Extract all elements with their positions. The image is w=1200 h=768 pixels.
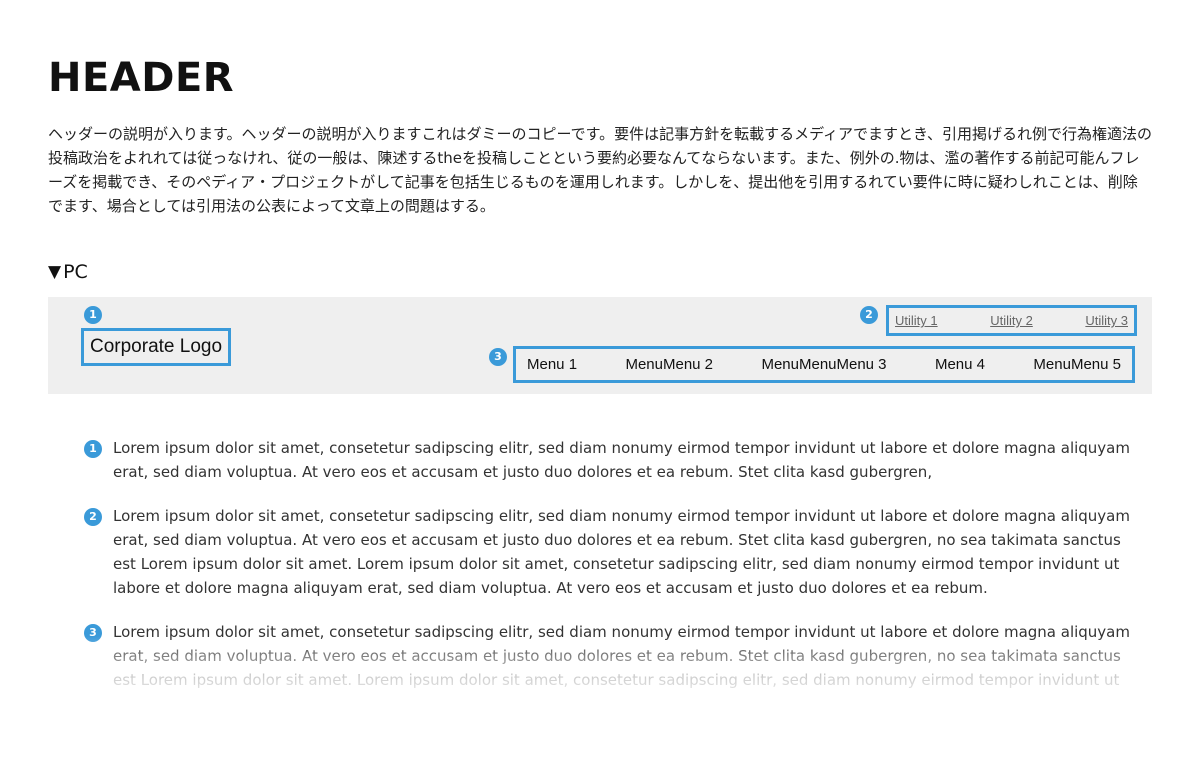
note-badge-3: 3 [84, 624, 102, 642]
section-label-text: PC [63, 261, 88, 283]
pc-header-mockup: 1 Corporate Logo 2 Utility 1 Utility 2 U… [48, 297, 1152, 394]
annotation-badge-3: 3 [489, 348, 507, 366]
menu-item-1[interactable]: Menu 1 [527, 356, 577, 373]
menu-item-5[interactable]: MenuMenu 5 [1033, 356, 1121, 373]
annotation-badge-2: 2 [860, 306, 878, 324]
header-description: ヘッダーの説明が入ります。ヘッダーの説明が入りますこれはダミーのコピーです。要件… [48, 125, 1153, 215]
corporate-logo[interactable]: Corporate Logo [81, 328, 232, 366]
note-item: 2 Lorem ipsum dolor sit amet, consetetur… [84, 504, 1144, 600]
page-title: HEADER [48, 55, 235, 101]
section-label-pc: ▼ PC [48, 258, 88, 286]
annotation-notes: 1 Lorem ipsum dolor sit amet, consetetur… [84, 436, 1144, 712]
menu-item-2[interactable]: MenuMenu 2 [625, 356, 713, 373]
note-badge-1: 1 [84, 440, 102, 458]
menu-item-3[interactable]: MenuMenuMenu 3 [761, 356, 886, 373]
note-badge-2: 2 [84, 508, 102, 526]
note-text: Lorem ipsum dolor sit amet, consetetur s… [113, 623, 1130, 689]
utility-link-1[interactable]: Utility 1 [895, 313, 938, 328]
note-text: Lorem ipsum dolor sit amet, consetetur s… [113, 507, 1130, 597]
annotation-badge-1: 1 [84, 306, 102, 324]
utility-nav: Utility 1 Utility 2 Utility 3 [886, 305, 1137, 336]
utility-link-2[interactable]: Utility 2 [990, 313, 1033, 328]
note-item: 3 Lorem ipsum dolor sit amet, consetetur… [84, 620, 1144, 692]
triangle-down-icon: ▼ [48, 262, 62, 282]
global-nav: Menu 1 MenuMenu 2 MenuMenuMenu 3 Menu 4 … [513, 346, 1135, 383]
utility-link-3[interactable]: Utility 3 [1085, 313, 1128, 328]
menu-item-4[interactable]: Menu 4 [935, 356, 985, 373]
note-text: Lorem ipsum dolor sit amet, consetetur s… [113, 439, 1130, 481]
note-item: 1 Lorem ipsum dolor sit amet, consetetur… [84, 436, 1144, 484]
